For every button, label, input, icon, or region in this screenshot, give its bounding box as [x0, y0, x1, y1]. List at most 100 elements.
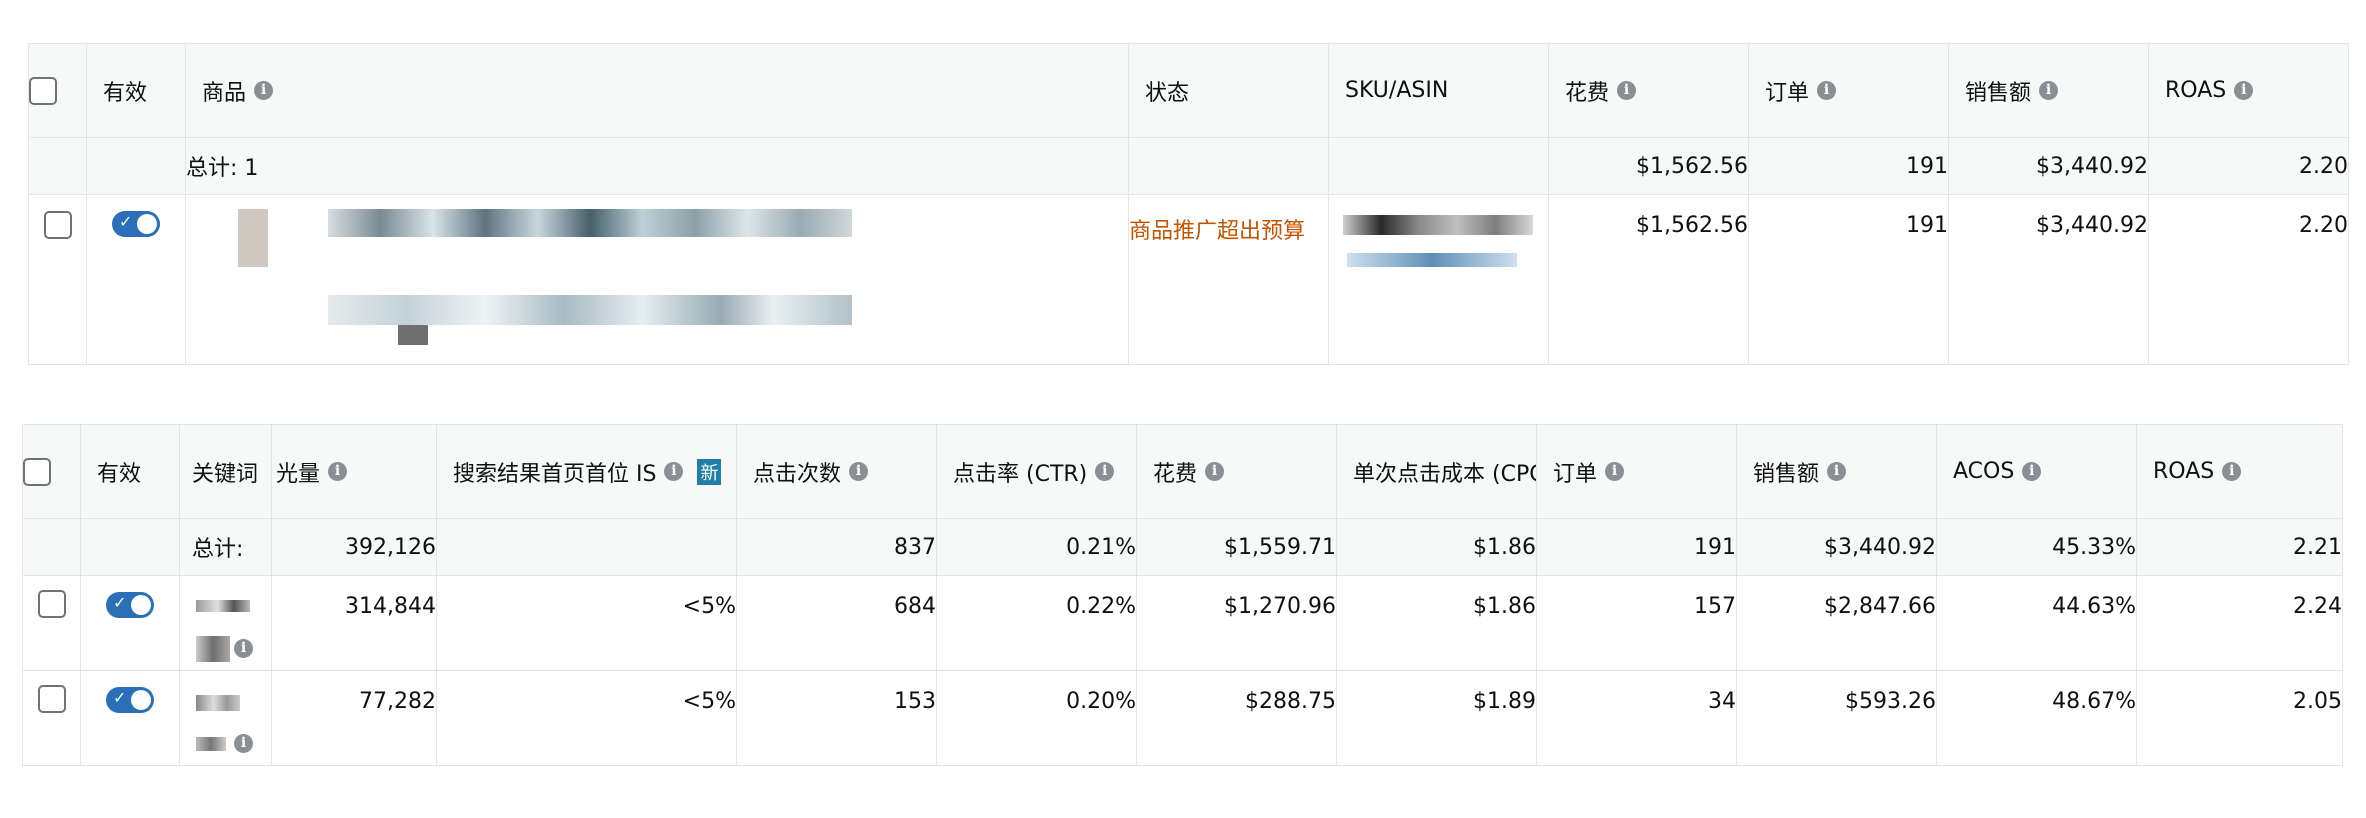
keyword-row: i 314,844 <5% 684 0.22% $1,270.96 $1.86 …: [22, 575, 2343, 671]
total-impressions: 392,126: [271, 518, 437, 576]
total-roas: 2.21: [2136, 518, 2343, 576]
info-icon[interactable]: i: [234, 734, 253, 753]
row-sales: $3,440.92: [1948, 194, 2149, 365]
header-spend[interactable]: 花费 i: [1550, 75, 1748, 107]
info-icon[interactable]: i: [1605, 462, 1625, 481]
new-badge: 新: [697, 458, 722, 485]
header-spend[interactable]: 花费 i: [1138, 456, 1336, 488]
header-top-is[interactable]: 搜索结果首页首位 IS i 新: [438, 456, 736, 488]
keyword-table: 有效 关键词 光量 i 搜索结果首页首位 IS i 新 点击次数 i 点击率 (CTR)…: [22, 424, 2343, 766]
header-ctr[interactable]: 点击率 (CTR) i: [938, 456, 1136, 488]
product-image-redacted: [238, 209, 268, 267]
row-checkbox[interactable]: [37, 685, 66, 713]
total-orders: 191: [1536, 518, 1737, 576]
header-active: 有效: [97, 461, 142, 487]
product-link-redacted: [398, 325, 428, 345]
row-checkbox[interactable]: [43, 211, 72, 239]
total-sales: $3,440.92: [1948, 137, 2149, 195]
header-roas[interactable]: ROAS i: [2138, 459, 2342, 484]
info-icon[interactable]: i: [849, 462, 869, 481]
info-icon[interactable]: i: [2022, 462, 2042, 481]
row-spend: $1,562.56: [1548, 194, 1749, 365]
total-label: 总计: 1: [185, 137, 1129, 195]
sku-redacted: [1343, 215, 1533, 235]
product-cell[interactable]: [185, 194, 1129, 365]
select-all-checkbox[interactable]: [29, 76, 57, 105]
keyword-text-redacted: [196, 695, 240, 711]
product-subtitle-redacted: [328, 295, 852, 325]
row-checkbox[interactable]: [37, 590, 66, 618]
info-icon[interactable]: i: [328, 462, 348, 481]
header-sales[interactable]: 销售额 i: [1950, 75, 2148, 107]
info-icon[interactable]: i: [254, 81, 274, 100]
sku-cell[interactable]: [1328, 194, 1549, 365]
toggle-switch[interactable]: [106, 687, 154, 713]
product-total-row: 总计: 1 $1,562.56 191 $3,440.92 2.20: [28, 137, 2349, 195]
row-sales: $593.26: [1736, 670, 1937, 766]
row-sales: $2,847.66: [1736, 575, 1937, 671]
status-text: 商品推广超出预算: [1129, 219, 1306, 244]
keyword-match-redacted: [196, 636, 230, 662]
keyword-row: i 77,282 <5% 153 0.20% $288.75 $1.89 34 …: [22, 670, 2343, 766]
row-orders: 191: [1748, 194, 1949, 365]
row-impressions: 314,844: [271, 575, 437, 671]
asin-link-redacted[interactable]: [1347, 253, 1517, 267]
row-ctr: 0.20%: [936, 670, 1137, 766]
keyword-text-redacted: [196, 600, 250, 612]
info-icon[interactable]: i: [2234, 81, 2254, 100]
keyword-match-redacted: [196, 737, 226, 751]
header-roas[interactable]: ROAS i: [2150, 78, 2348, 103]
row-acos: 48.67%: [1936, 670, 2137, 766]
header-keyword: 关键词: [192, 461, 259, 487]
row-cpc: $1.86: [1336, 575, 1537, 671]
info-icon[interactable]: i: [1617, 81, 1637, 100]
row-clicks: 153: [736, 670, 937, 766]
row-roas: 2.20: [2148, 194, 2349, 365]
row-roas: 2.05: [2136, 670, 2343, 766]
keyword-cell[interactable]: i: [179, 670, 272, 766]
info-icon[interactable]: i: [1827, 462, 1847, 481]
header-cpc[interactable]: 单次点击成本 (CPC: [1353, 456, 1536, 488]
row-roas: 2.24: [2136, 575, 2343, 671]
total-sales: $3,440.92: [1736, 518, 1937, 576]
total-acos: 45.33%: [1936, 518, 2137, 576]
select-all-checkbox[interactable]: [23, 457, 51, 486]
info-icon[interactable]: i: [1095, 462, 1115, 481]
row-top-is: <5%: [436, 670, 737, 766]
row-cpc: $1.89: [1336, 670, 1537, 766]
header-impressions[interactable]: 光量 i: [273, 456, 436, 488]
header-sales[interactable]: 销售额 i: [1738, 456, 1936, 488]
total-spend: $1,562.56: [1548, 137, 1749, 195]
info-icon[interactable]: i: [2039, 81, 2059, 100]
info-icon[interactable]: i: [1817, 81, 1837, 100]
product-header-row: 有效 商品 i 状态 SKU/ASIN 花费 i 订单 i 销售额 i ROAS i: [28, 43, 2349, 138]
row-acos: 44.63%: [1936, 575, 2137, 671]
info-icon[interactable]: i: [1205, 462, 1225, 481]
header-product[interactable]: 商品 i: [187, 75, 1128, 107]
toggle-switch[interactable]: [106, 592, 154, 618]
total-spend: $1,559.71: [1136, 518, 1337, 576]
row-clicks: 684: [736, 575, 937, 671]
keyword-total-row: 总计: 392,126 837 0.21% $1,559.71 $1.86 19…: [22, 518, 2343, 576]
keyword-cell[interactable]: i: [179, 575, 272, 671]
total-cpc: $1.86: [1336, 518, 1537, 576]
product-row: 商品推广超出预算 $1,562.56 191 $3,440.92 2.20: [28, 194, 2349, 365]
header-orders[interactable]: 订单 i: [1750, 75, 1948, 107]
info-icon[interactable]: i: [2222, 462, 2242, 481]
select-all-checkbox-cell[interactable]: [28, 43, 87, 138]
header-active: 有效: [103, 80, 148, 106]
info-icon[interactable]: i: [234, 639, 253, 658]
toggle-switch[interactable]: [112, 211, 160, 237]
header-status: 状态: [1145, 80, 1190, 106]
header-acos[interactable]: ACOS i: [1938, 459, 2136, 484]
row-ctr: 0.22%: [936, 575, 1137, 671]
total-clicks: 837: [736, 518, 937, 576]
total-ctr: 0.21%: [936, 518, 1137, 576]
info-icon[interactable]: i: [664, 462, 684, 481]
header-clicks[interactable]: 点击次数 i: [738, 456, 936, 488]
header-orders[interactable]: 订单 i: [1538, 456, 1736, 488]
row-orders: 34: [1536, 670, 1737, 766]
product-table: 有效 商品 i 状态 SKU/ASIN 花费 i 订单 i 销售额 i ROAS i 总计…: [28, 43, 2349, 365]
product-title-redacted: [328, 209, 852, 237]
row-spend: $288.75: [1136, 670, 1337, 766]
